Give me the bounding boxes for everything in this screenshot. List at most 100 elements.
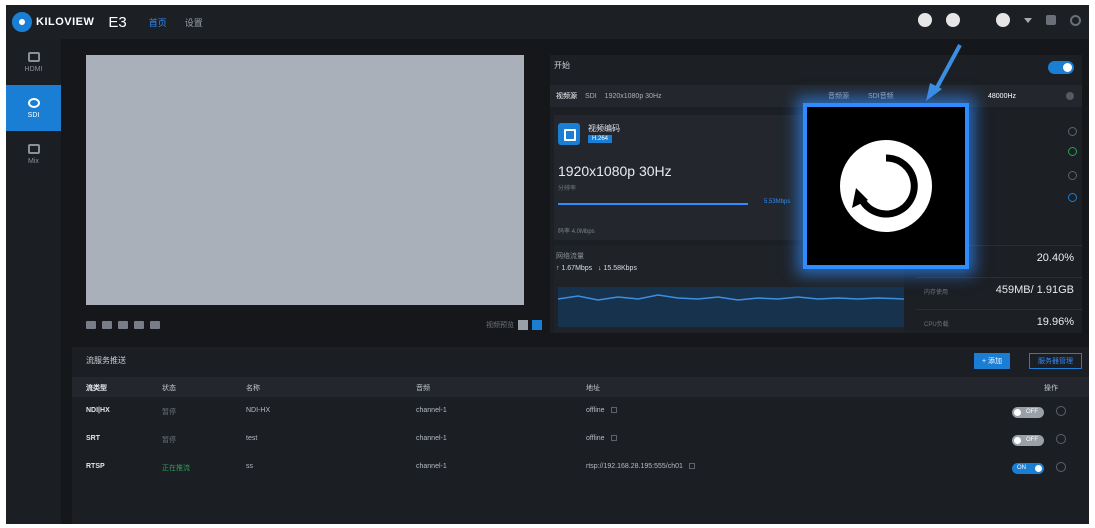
row-channel: channel-1	[416, 435, 447, 442]
fullscreen-button[interactable]	[532, 320, 542, 330]
video-source-value: SDI	[585, 92, 597, 100]
audio-sample-rate: 48000Hz	[988, 92, 1017, 100]
stat-label: CPU负载	[924, 322, 949, 328]
row-name: test	[246, 435, 258, 442]
copy-icon[interactable]	[688, 463, 695, 470]
resolution-label: 分辨率	[558, 186, 577, 192]
add-stream-button[interactable]: + 添加	[974, 353, 1011, 369]
encoder-title: 开始	[554, 61, 570, 70]
row-address: rtsp://192.168.28.195:555/ch01	[586, 463, 695, 470]
stat-label: 内存使用	[924, 290, 949, 296]
sidebar-item-label: SDI	[27, 111, 40, 119]
row-address: offline	[586, 407, 617, 414]
server-manage-button[interactable]: 服务器管理	[1029, 353, 1082, 369]
preview-label: 视频预览	[486, 322, 514, 329]
row-channel: channel-1	[416, 463, 447, 470]
audio-source-value: SDI音频	[868, 93, 894, 100]
col-name: 名称	[246, 385, 260, 392]
encoder-toggle[interactable]	[1048, 61, 1074, 74]
top-bar: KILOVIEW E3 首页 设置	[6, 5, 1089, 39]
network-title: 网络流量	[556, 253, 584, 260]
copy-icon[interactable]	[610, 407, 617, 414]
sidebar-item-hdmi[interactable]: HDMI	[6, 39, 61, 85]
preview-toolbar: 视频预览	[86, 315, 542, 335]
tab-video-source[interactable]: 视频源	[550, 91, 577, 101]
table-row: NDI|HX 暂停 NDI-HX channel-1 offline OFF	[72, 401, 1089, 429]
row-name: NDI-HX	[246, 407, 271, 414]
chevron-down-icon[interactable]	[1024, 17, 1032, 23]
col-actions: 操作	[1044, 385, 1058, 392]
video-encode-icon	[558, 123, 580, 145]
window-icon[interactable]	[1046, 15, 1056, 25]
codec-badge: H.264	[588, 135, 613, 143]
power-icon[interactable]	[1070, 14, 1081, 26]
sidebar-item-sdi[interactable]: SDI	[6, 85, 61, 131]
stat-memory: 内存使用 459MB/ 1.91GB	[916, 277, 1082, 305]
brand-name: KILOVIEW	[36, 16, 95, 28]
info-icon[interactable]	[918, 13, 932, 27]
settings-icon[interactable]	[1068, 193, 1077, 202]
snapshot-button[interactable]	[518, 320, 528, 330]
mix-icon	[27, 143, 40, 154]
stream-panel: 流服务推送 + 添加 服务器管理 流类型 状态 名称 音频 地址 操作 NDI|…	[72, 347, 1089, 524]
address-text: rtsp://192.168.28.195:555/ch01	[586, 463, 683, 470]
col-audio: 音频	[416, 385, 430, 392]
bitrate-setting: 码率 4.0Mbps	[558, 229, 595, 235]
row-status: 暂停	[162, 437, 176, 444]
stream-switch[interactable]: OFF	[1012, 407, 1044, 418]
delete-icon[interactable]	[1056, 462, 1066, 472]
address-text: offline	[586, 435, 605, 442]
network-down: ↓ 15.58Kbps	[598, 265, 637, 272]
copy-icon[interactable]	[610, 435, 617, 442]
settings-icon[interactable]	[1066, 92, 1074, 100]
sidebar-item-label: Mix	[28, 157, 39, 165]
device-model: E3	[108, 13, 127, 31]
row-type: SRT	[86, 435, 100, 442]
col-status: 状态	[162, 385, 176, 392]
user-avatar-icon[interactable]	[996, 13, 1010, 27]
nav-settings[interactable]: 设置	[185, 16, 203, 29]
encoder-name: 视频编码	[588, 124, 620, 133]
stream-title: 流服务推送	[86, 356, 126, 365]
row-address: offline	[586, 435, 617, 442]
layout-icon[interactable]	[102, 321, 112, 329]
network-up: ↑ 1.67Mbps	[556, 265, 593, 272]
network-graph	[557, 287, 905, 327]
row-status: 暂停	[162, 409, 176, 416]
sdi-icon	[27, 97, 40, 108]
volume-icon[interactable]	[134, 321, 144, 329]
refresh-icon[interactable]	[838, 138, 934, 234]
audio-icon[interactable]	[150, 321, 160, 329]
delete-icon[interactable]	[1056, 406, 1066, 416]
screen-icon[interactable]	[118, 321, 128, 329]
refresh-icon[interactable]	[946, 13, 960, 27]
remove-icon[interactable]	[1068, 127, 1077, 136]
hdmi-icon	[27, 51, 40, 62]
col-type: 流类型	[86, 385, 107, 392]
callout-arrow-icon	[926, 44, 962, 101]
video-source-format: 1920x1080p 30Hz	[604, 92, 662, 100]
stream-switch[interactable]: ON	[1012, 463, 1044, 474]
stream-switch[interactable]: OFF	[1012, 435, 1044, 446]
bitrate-value: 5.53Mbps	[764, 199, 791, 205]
table-row: RTSP 正在推流 ss channel-1 rtsp://192.168.28…	[72, 457, 1089, 485]
app-window: KILOVIEW E3 首页 设置 HDMI SDI Mix 视频预览 开始 视…	[6, 5, 1089, 524]
network-values: ↑ 1.67Mbps ↓ 15.58Kbps	[556, 265, 637, 272]
stat-value: 20.40%	[1036, 252, 1074, 264]
encoder-resolution: 1920x1080p 30Hz	[558, 163, 672, 179]
stat-value: 459MB/ 1.91GB	[995, 284, 1074, 296]
power-icon[interactable]	[1068, 147, 1077, 156]
row-status: 正在推流	[162, 465, 190, 472]
sidebar-item-mix[interactable]: Mix	[6, 131, 61, 177]
table-header: 流类型 状态 名称 音频 地址 操作	[72, 377, 1089, 397]
nav-home[interactable]: 首页	[149, 16, 167, 29]
delete-icon[interactable]	[1056, 434, 1066, 444]
refresh-zoom-callout	[803, 103, 969, 269]
row-channel: channel-1	[416, 407, 447, 414]
grid-icon[interactable]	[86, 321, 96, 329]
tab-audio-source[interactable]: 音频源	[828, 91, 849, 101]
top-icons	[918, 13, 1081, 27]
row-name: ss	[246, 463, 253, 470]
main-nav: 首页 设置	[149, 16, 203, 29]
info-icon[interactable]	[1068, 171, 1077, 180]
